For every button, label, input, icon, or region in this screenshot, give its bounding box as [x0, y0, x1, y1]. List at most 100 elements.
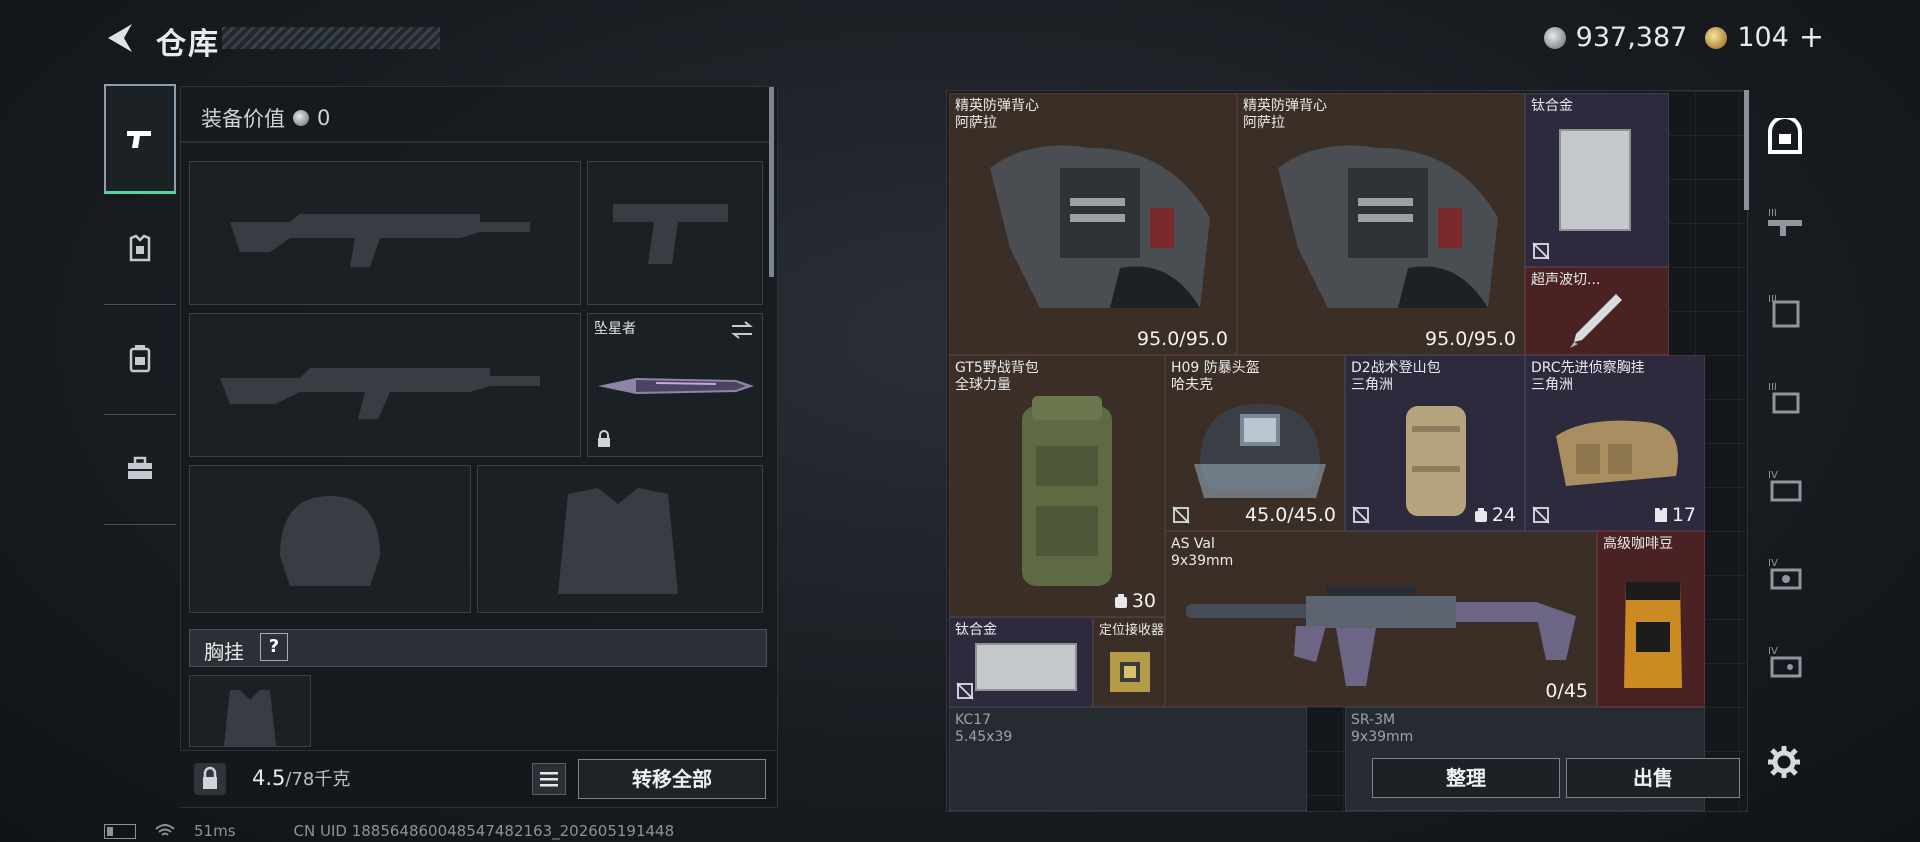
- storage-home-tab[interactable]: [1764, 116, 1806, 158]
- gold-coin-icon: [1705, 26, 1728, 49]
- storage-item-titanium-1[interactable]: 钛合金: [1525, 93, 1669, 267]
- rail-backpack-tab[interactable]: [104, 304, 176, 415]
- storage-item-titanium-2[interactable]: 钛合金: [949, 617, 1093, 707]
- list-view-button[interactable]: [532, 763, 566, 795]
- item-name: 高级咖啡豆: [1603, 536, 1673, 552]
- no-sell-icon: [1532, 506, 1550, 524]
- melee-slot[interactable]: 坠星者: [587, 313, 763, 457]
- weight-max: /78千克: [285, 769, 351, 790]
- armor-vest-icon: [129, 234, 151, 262]
- chest-rig-icon: [1556, 420, 1678, 486]
- primary-weapon-slot[interactable]: [189, 161, 581, 305]
- circuit-board-icon: [1110, 652, 1150, 692]
- body-armor-icon: [1278, 145, 1498, 308]
- battery-icon: [104, 823, 136, 839]
- lock-toggle-icon[interactable]: [194, 763, 226, 795]
- ammo-count: 0/45: [1545, 680, 1588, 702]
- storage-item-vest-1[interactable]: 精英防弹背心 阿萨拉 95.0/95.0: [949, 93, 1237, 355]
- storage-tab-4-box[interactable]: IV: [1764, 554, 1806, 596]
- storage-tab-3-gear[interactable]: III: [1764, 378, 1806, 420]
- backpack-icon: [1022, 396, 1112, 586]
- rail-weapon-tab[interactable]: [104, 84, 176, 194]
- weight-current: 4.5: [252, 766, 286, 790]
- silver-amount: 937,387: [1575, 22, 1688, 53]
- wifi-icon: [155, 824, 175, 836]
- titanium-plate-icon: [1559, 129, 1631, 231]
- item-name: 超声波切...: [1531, 272, 1601, 288]
- capacity-value: 17: [1671, 504, 1696, 526]
- storage-tab-4-case[interactable]: IV: [1764, 466, 1806, 508]
- swap-arrows-icon[interactable]: [730, 320, 754, 340]
- no-sell-icon: [1532, 242, 1550, 260]
- titanium-plate-icon: [975, 643, 1077, 691]
- page-title: 仓库: [156, 27, 220, 62]
- storage-item-kc17[interactable]: KC17 5.45x39: [949, 707, 1307, 811]
- tier-4-case-icon: IV: [1768, 470, 1802, 502]
- storage-tab-4-safe[interactable]: IV: [1764, 642, 1806, 684]
- no-sell-icon: [956, 682, 974, 700]
- rail-armor-tab[interactable]: [104, 194, 176, 305]
- capacity-value: 24: [1491, 504, 1516, 526]
- lock-icon: [598, 430, 610, 447]
- durability-value: 95.0/95.0: [1424, 328, 1516, 350]
- capacity-value: 30: [1131, 590, 1156, 612]
- svg-text:III: III: [1768, 294, 1777, 305]
- sell-button[interactable]: 出售: [1566, 758, 1740, 798]
- storage-tab-3-rifle[interactable]: III: [1764, 202, 1806, 244]
- silver-coin-icon: [1543, 26, 1566, 49]
- storage-item-ultrasonic-cutter[interactable]: 超声波切...: [1525, 267, 1669, 355]
- storage-item-vest-2[interactable]: 精英防弹背心 阿萨拉 95.0/95.0: [1237, 93, 1525, 355]
- sort-button[interactable]: 整理: [1372, 758, 1560, 798]
- rifle-icon: [1186, 586, 1576, 686]
- pistol-icon: [127, 130, 151, 148]
- no-sell-icon: [1352, 506, 1370, 524]
- backpack-icon: [129, 345, 151, 373]
- help-button[interactable]: ?: [260, 633, 288, 661]
- storage-item-drc-chest-rig[interactable]: DRC先进侦察胸挂 三角洲 17: [1525, 355, 1705, 531]
- pistol-slot[interactable]: [587, 161, 763, 305]
- svg-text:IV: IV: [1768, 646, 1778, 657]
- item-name: 钛合金: [1531, 98, 1573, 114]
- rifle-silhouette-icon: [220, 368, 540, 419]
- storage-item-gt5-backpack[interactable]: GT5野战背包 全球力量 30: [949, 355, 1165, 617]
- secondary-weapon-slot[interactable]: [189, 313, 581, 457]
- user-uid: CN UID 18856486004854748​2163_2026051914…: [293, 822, 675, 840]
- storage-item-d2-pack[interactable]: D2战术登山包 三角洲 24: [1345, 355, 1525, 531]
- title-decoration: [222, 27, 440, 49]
- storage-item-locator-receiver[interactable]: 定位接收器: [1093, 617, 1165, 707]
- rig-silhouette-icon: [224, 690, 276, 746]
- storage-scrollbar[interactable]: [1744, 90, 1749, 210]
- coffee-bag-icon: [1624, 582, 1682, 688]
- rail-toolbox-tab[interactable]: [104, 414, 176, 525]
- capacity-count: 17: [1654, 504, 1696, 526]
- item-name: 定位接收器: [1099, 623, 1165, 638]
- loadout-scrollbar[interactable]: [769, 87, 774, 277]
- storage-tab-3-armor[interactable]: III: [1764, 290, 1806, 332]
- item-name: D2战术登山包 三角洲: [1351, 360, 1441, 393]
- tier-4-box-icon: IV: [1768, 558, 1802, 590]
- ping-value: 51ms: [194, 822, 236, 840]
- helmet-slot[interactable]: [189, 465, 471, 613]
- backpack-small-icon: [1474, 508, 1487, 522]
- chest-rig-label: 胸挂: [204, 640, 244, 664]
- chest-rig-header: 胸挂 ?: [189, 629, 767, 667]
- settings-gear-icon[interactable]: [1766, 744, 1802, 780]
- storage-item-h09-helmet[interactable]: H09 防暴头盔 哈夫克 45.0/45.0: [1165, 355, 1345, 531]
- backpack-small-icon: [1114, 594, 1127, 608]
- duffel-pack-icon: [1406, 406, 1466, 516]
- durability-value: 95.0/95.0: [1136, 328, 1228, 350]
- item-name: KC17 5.45x39: [955, 712, 1013, 745]
- chest-rig-slot[interactable]: [189, 675, 311, 747]
- knife-blade-icon: [598, 378, 754, 394]
- body-armor-icon: [990, 145, 1210, 308]
- item-name: DRC先进侦察胸挂 三角洲: [1531, 360, 1645, 393]
- transfer-all-button[interactable]: 转移全部: [578, 759, 766, 799]
- back-arrow-icon[interactable]: [102, 20, 138, 56]
- currency-display: 937,387 104 +: [1543, 20, 1824, 55]
- storage-item-premium-coffee[interactable]: 高级咖啡豆: [1597, 531, 1705, 707]
- helmet-silhouette-icon: [280, 496, 380, 586]
- svg-text:IV: IV: [1768, 470, 1778, 481]
- add-currency-button[interactable]: +: [1799, 20, 1824, 55]
- storage-item-as-val[interactable]: AS Val 9x39mm 0/45: [1165, 531, 1597, 707]
- body-armor-slot[interactable]: [477, 465, 763, 613]
